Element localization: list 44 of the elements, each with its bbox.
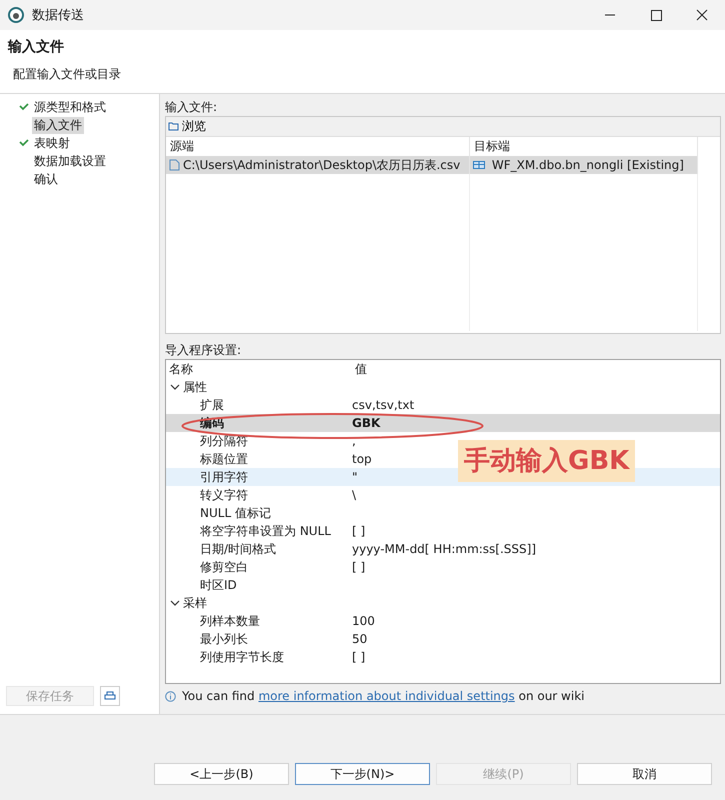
page-title: 输入文件	[8, 38, 65, 56]
section-label: 输入文件:	[165, 99, 218, 116]
setting-row[interactable]: 标题位置 top	[166, 450, 454, 468]
column-header: 名称	[168, 361, 194, 378]
file-icon	[169, 159, 180, 171]
chevron-down-icon	[170, 598, 180, 608]
setting-row[interactable]: 将空字符串设置为 NULL [ ]	[166, 522, 454, 540]
page-subtitle: 配置输入文件或目录	[13, 66, 122, 83]
setting-row[interactable]: NULL 值标记	[166, 504, 454, 522]
setting-row[interactable]: 转义字符 \	[166, 486, 454, 504]
info-icon	[165, 690, 176, 702]
setting-row[interactable]: 修剪空白 [ ]	[166, 558, 454, 576]
folder-icon	[168, 122, 179, 131]
section-label: 导入程序设置:	[165, 342, 242, 359]
chevron-down-icon	[170, 382, 180, 392]
setting-row[interactable]: 列使用字节长度 [ ]	[166, 648, 454, 666]
target-table-cell[interactable]: WF_XM.dbo.bn_nongli [Existing]	[470, 156, 698, 174]
column-header: 值	[354, 361, 368, 378]
setting-row[interactable]: 日期/时间格式 yyyy-MM-dd[ HH:mm:ss[.SSS]]	[166, 540, 536, 558]
step-item[interactable]: 数据加载设置	[32, 152, 108, 170]
wiki-link[interactable]: more information about individual settings	[258, 689, 515, 703]
info-text: You can find more information about individual settings on our wiki	[182, 689, 584, 703]
setting-row[interactable]: 时区ID	[166, 576, 454, 594]
app-logo-icon	[8, 7, 24, 23]
printer-icon	[104, 691, 116, 701]
setting-row[interactable]: 最小列长 50	[166, 630, 454, 648]
step-item[interactable]: 输入文件	[32, 116, 84, 134]
setting-row[interactable]: 扩展 csv,tsv,txt	[166, 396, 454, 414]
window-title: 数据传送	[32, 7, 84, 24]
setting-row[interactable]: 列分隔符 ,	[166, 432, 454, 450]
browse-button[interactable]: 浏览	[166, 117, 720, 137]
printer-button[interactable]	[100, 686, 120, 706]
wizard-button[interactable]: 下一步(N)>	[295, 763, 430, 785]
step-item[interactable]: 确认	[32, 170, 60, 188]
wizard-button[interactable]: <上一步(B)	[154, 763, 289, 785]
step-item[interactable]: 源类型和格式	[32, 98, 108, 116]
group-row[interactable]: 属性	[166, 378, 720, 396]
table-icon	[473, 160, 485, 170]
step-item[interactable]: 表映射	[32, 134, 72, 152]
setting-row[interactable]: 列样本数量 100	[166, 612, 454, 630]
source-file-cell[interactable]: C:\Users\Administrator\Desktop\农历日历表.csv	[166, 156, 470, 174]
annotation-text: 手动输入GBK	[458, 440, 636, 482]
wizard-button[interactable]: 取消	[577, 763, 712, 785]
group-row[interactable]: 采样	[166, 594, 720, 612]
